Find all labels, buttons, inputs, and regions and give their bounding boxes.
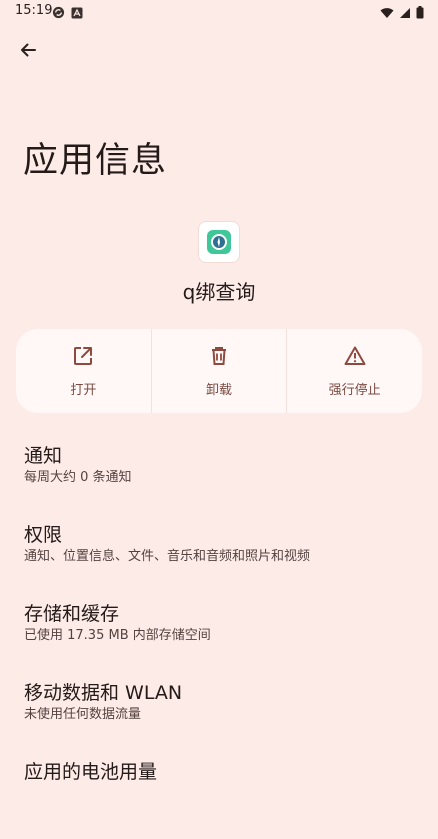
force-stop-label: 强行停止 [328,382,381,398]
setting-subtitle: 通知、位置信息、文件、音乐和音频和照片和视频 [24,549,311,564]
settings-list: 通知 每周大约 0 条通知 权限 通知、位置信息、文件、音乐和音频和照片和视频 … [24,444,424,839]
mobile-data-wlan-item[interactable]: 移动数据和 WLAN 未使用任何数据流量 [24,681,424,760]
setting-subtitle: 未使用任何数据流量 [24,707,142,722]
page-title: 应用信息 [23,141,168,181]
arrow-back-icon [18,40,38,64]
sync-icon [52,4,65,23]
notifications-item[interactable]: 通知 每周大约 0 条通知 [24,444,424,523]
setting-title: 移动数据和 WLAN [24,682,183,704]
notification-a-icon [71,4,83,23]
uninstall-button[interactable]: 卸载 [150,329,287,413]
open-button[interactable]: 打开 [16,329,151,413]
setting-title: 应用的电池用量 [24,761,158,783]
force-stop-button[interactable]: 强行停止 [286,329,422,413]
setting-subtitle: 每周大约 0 条通知 [24,470,132,485]
status-time: 15:19 [15,3,53,18]
storage-cache-item[interactable]: 存储和缓存 已使用 17.35 MB 内部存储空间 [24,602,424,681]
status-bar: 15:19 [0,0,438,24]
signal-icon [399,4,411,23]
uninstall-label: 卸载 [206,382,233,398]
setting-subtitle: 已使用 17.35 MB 内部存储空间 [24,628,211,643]
permissions-item[interactable]: 权限 通知、位置信息、文件、音乐和音频和照片和视频 [24,523,424,602]
app-actions-card: 打开 卸载 强行停止 [16,329,422,413]
warning-icon [344,345,366,371]
back-button[interactable] [12,36,44,68]
wifi-icon [380,4,394,23]
open-label: 打开 [70,382,97,398]
open-in-new-icon [72,345,94,371]
battery-usage-item[interactable]: 应用的电池用量 [24,760,424,839]
battery-icon [416,4,424,23]
setting-title: 权限 [24,524,63,546]
setting-title: 存储和缓存 [24,603,120,625]
trash-icon [208,345,230,371]
setting-title: 通知 [24,445,63,467]
app-name: q绑查询 [182,280,256,304]
app-icon [199,222,239,262]
